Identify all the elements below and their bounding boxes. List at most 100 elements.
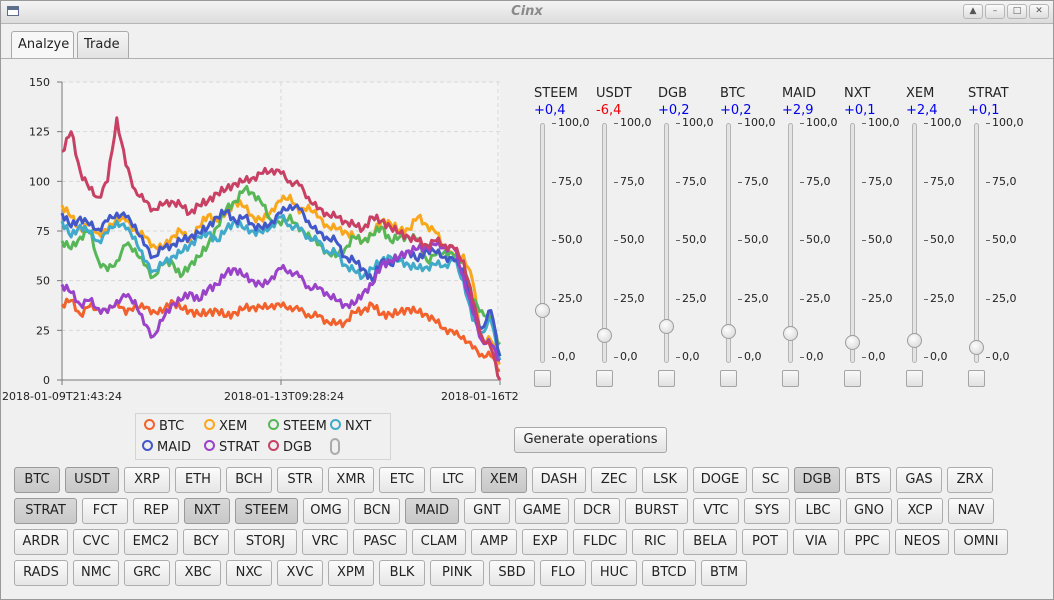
slider-track[interactable] <box>974 123 979 363</box>
coin-button-gno[interactable]: GNO <box>846 498 892 524</box>
coin-button-omg[interactable]: OMG <box>303 498 349 524</box>
slider-checkbox[interactable] <box>844 370 861 387</box>
coin-button-gas[interactable]: GAS <box>896 467 942 493</box>
coin-button-grc[interactable]: GRC <box>124 560 170 586</box>
slider-checkbox[interactable] <box>720 370 737 387</box>
coin-button-burst[interactable]: BURST <box>625 498 688 524</box>
coin-button-flo[interactable]: FLO <box>540 560 586 586</box>
coin-button-zrx[interactable]: ZRX <box>947 467 993 493</box>
minimize-button[interactable]: – <box>985 4 1005 19</box>
coin-button-omni[interactable]: OMNI <box>954 529 1008 555</box>
slider-thumb[interactable] <box>969 339 984 355</box>
coin-button-bch[interactable]: BCH <box>226 467 272 493</box>
coin-button-game[interactable]: GAME <box>515 498 569 524</box>
coin-button-eth[interactable]: ETH <box>175 467 221 493</box>
coin-button-nxt[interactable]: NXT <box>184 498 230 524</box>
coin-button-gnt[interactable]: GNT <box>464 498 510 524</box>
coin-button-blk[interactable]: BLK <box>379 560 425 586</box>
coin-button-amp[interactable]: AMP <box>471 529 517 555</box>
coin-button-strat[interactable]: STRAT <box>14 498 77 524</box>
coin-button-lsk[interactable]: LSK <box>642 467 688 493</box>
coin-button-dash[interactable]: DASH <box>532 467 586 493</box>
coin-button-lbc[interactable]: LBC <box>795 498 841 524</box>
coin-button-btcd[interactable]: BTCD <box>642 560 696 586</box>
coin-button-xem[interactable]: XEM <box>481 467 527 493</box>
coin-button-str[interactable]: STR <box>277 467 323 493</box>
coin-button-xcp[interactable]: XCP <box>897 498 943 524</box>
coin-button-zec[interactable]: ZEC <box>591 467 637 493</box>
slider-thumb[interactable] <box>535 302 550 318</box>
coin-button-ric[interactable]: RIC <box>632 529 678 555</box>
coin-button-sys[interactable]: SYS <box>744 498 790 524</box>
coin-button-ardr[interactable]: ARDR <box>14 529 68 555</box>
slider-tick-mark <box>552 181 556 183</box>
slider-thumb[interactable] <box>659 318 674 334</box>
generate-operations-button[interactable]: Generate operations <box>514 427 667 453</box>
title-bar: Cinx ▲ – □ ✕ <box>1 1 1053 24</box>
coin-button-fldc[interactable]: FLDC <box>573 529 627 555</box>
tab-analyze[interactable]: Analzye <box>11 31 74 60</box>
tab-trade[interactable]: Trade <box>77 31 129 59</box>
coin-button-cvc[interactable]: CVC <box>73 529 119 555</box>
coin-button-clam[interactable]: CLAM <box>412 529 466 555</box>
coin-button-xbc[interactable]: XBC <box>175 560 221 586</box>
slider-checkbox[interactable] <box>906 370 923 387</box>
slider-checkbox[interactable] <box>596 370 613 387</box>
coin-button-maid[interactable]: MAID <box>405 498 459 524</box>
coin-button-nxc[interactable]: NXC <box>226 560 272 586</box>
coin-button-etc[interactable]: ETC <box>379 467 425 493</box>
coin-button-bts[interactable]: BTS <box>845 467 891 493</box>
slider-track[interactable] <box>850 123 855 363</box>
slider-thumb[interactable] <box>907 332 922 348</box>
coin-button-ppc[interactable]: PPC <box>844 529 890 555</box>
slider-thumb[interactable] <box>783 325 798 341</box>
coin-button-fct[interactable]: FCT <box>82 498 128 524</box>
coin-button-doge[interactable]: DOGE <box>693 467 747 493</box>
coin-button-exp[interactable]: EXP <box>522 529 568 555</box>
coin-button-huc[interactable]: HUC <box>591 560 637 586</box>
coin-button-rep[interactable]: REP <box>133 498 179 524</box>
slider-track[interactable] <box>912 123 917 363</box>
coin-button-vrc[interactable]: VRC <box>302 529 348 555</box>
coin-button-xpm[interactable]: XPM <box>328 560 374 586</box>
coin-button-pasc[interactable]: PASC <box>353 529 407 555</box>
slider-checkbox[interactable] <box>782 370 799 387</box>
coin-button-usdt[interactable]: USDT <box>65 467 119 493</box>
slider-track[interactable] <box>602 123 607 363</box>
coin-button-neos[interactable]: NEOS <box>895 529 949 555</box>
coin-button-via[interactable]: VIA <box>793 529 839 555</box>
coin-button-nav[interactable]: NAV <box>948 498 994 524</box>
coin-button-pot[interactable]: POT <box>742 529 788 555</box>
coin-button-bela[interactable]: BELA <box>683 529 737 555</box>
coin-button-storj[interactable]: STORJ <box>234 529 297 555</box>
coin-button-btm[interactable]: BTM <box>701 560 747 586</box>
coin-button-dcr[interactable]: DCR <box>574 498 620 524</box>
slider-checkbox[interactable] <box>658 370 675 387</box>
slider-checkbox[interactable] <box>534 370 551 387</box>
coin-button-dgb[interactable]: DGB <box>794 467 840 493</box>
coin-button-btc[interactable]: BTC <box>14 467 60 493</box>
pin-icon[interactable]: ▲ <box>963 4 983 19</box>
coin-button-sc[interactable]: SC <box>752 467 789 493</box>
coin-button-rads[interactable]: RADS <box>14 560 68 586</box>
maximize-button[interactable]: □ <box>1007 4 1027 19</box>
coin-button-bcn[interactable]: BCN <box>354 498 400 524</box>
legend-label: STRAT <box>219 440 260 455</box>
slider-thumb[interactable] <box>597 328 612 344</box>
coin-button-xmr[interactable]: XMR <box>328 467 374 493</box>
coin-button-pink[interactable]: PINK <box>430 560 484 586</box>
coin-button-emc2[interactable]: EMC2 <box>124 529 178 555</box>
coin-button-xvc[interactable]: XVC <box>277 560 323 586</box>
coin-button-sbd[interactable]: SBD <box>489 560 535 586</box>
slider-track[interactable] <box>540 123 545 363</box>
coin-button-xrp[interactable]: XRP <box>124 467 170 493</box>
coin-button-nmc[interactable]: NMC <box>73 560 119 586</box>
slider-checkbox[interactable] <box>968 370 985 387</box>
coin-button-bcy[interactable]: BCY <box>183 529 229 555</box>
close-button[interactable]: ✕ <box>1029 4 1049 19</box>
coin-button-ltc[interactable]: LTC <box>430 467 476 493</box>
coin-button-steem[interactable]: STEEM <box>235 498 298 524</box>
slider-thumb[interactable] <box>721 323 736 339</box>
slider-thumb[interactable] <box>845 335 860 351</box>
coin-button-vtc[interactable]: VTC <box>693 498 739 524</box>
